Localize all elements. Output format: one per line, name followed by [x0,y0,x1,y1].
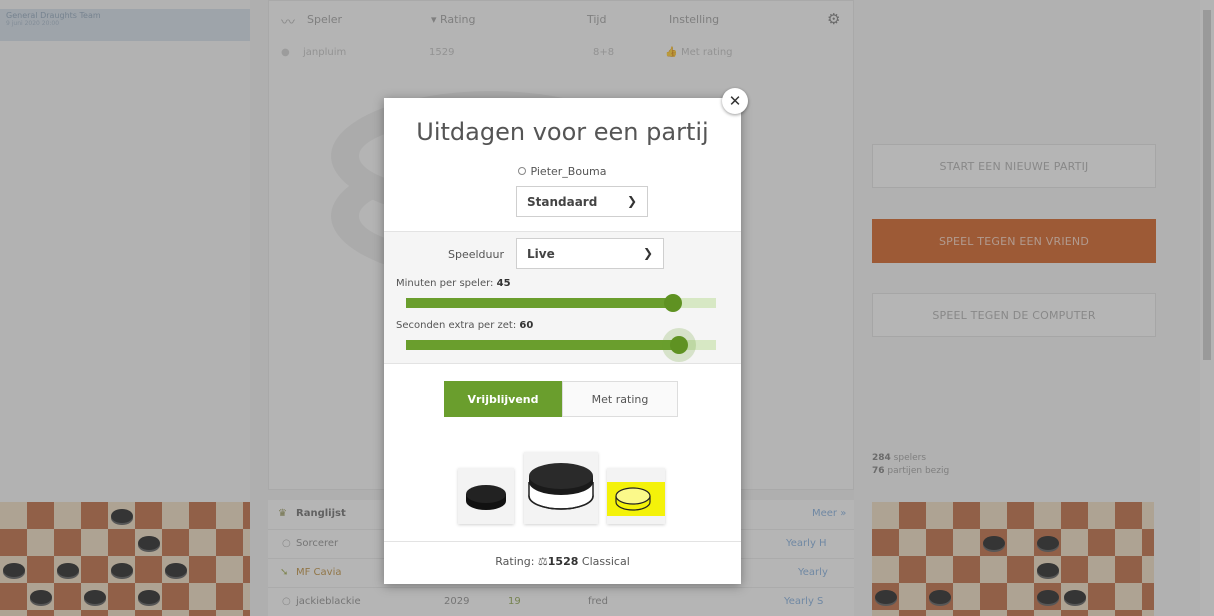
black-piece-icon [466,485,506,510]
play-black-button[interactable] [458,468,514,524]
variant-select[interactable]: Standaard ❯ [516,186,648,217]
rating-footer: Rating: ⚖1528 Classical [384,541,741,584]
random-piece-icon [528,463,594,510]
play-white-button[interactable] [607,468,665,524]
minutes-slider-handle[interactable] [664,294,682,312]
chevron-down-icon: ❯ [626,194,637,208]
rating-label: Rating: [495,555,535,568]
dialog-title: Uitdagen voor een partij [416,118,709,146]
minutes-label: Minuten per speler: 45 [396,278,511,289]
seconds-slider-fill [406,340,679,350]
opponent-label: Pieter_Bouma [530,165,607,178]
duration-value: Live [527,247,555,261]
opponent-name: Pieter_Bouma [384,165,741,178]
duration-select[interactable]: Live ❯ [516,238,664,269]
rating-icon: ⚖ [537,555,548,568]
seconds-label: Seconden extra per zet: 60 [396,320,533,331]
rating-value: 1528 [547,555,579,568]
casual-toggle[interactable]: Vrijblijvend [444,381,562,417]
challenge-dialog: Uitdagen voor een partij Pieter_Bouma Va… [384,98,741,584]
minutes-slider-fill [406,298,673,308]
seconds-value: 60 [519,320,534,331]
rated-toggle[interactable]: Met rating [562,381,678,417]
rating-type: Classical [581,555,630,568]
seconds-label-text: Seconden extra per zet: [396,320,517,331]
variant-value: Standaard [527,195,598,209]
duration-label: Speelduur [447,248,504,261]
chevron-down-icon: ❯ [642,246,653,260]
close-icon[interactable]: ✕ [722,88,748,114]
duration-section: Speelduur Live ❯ Minuten per speler: 45 … [384,231,741,364]
play-random-button[interactable] [524,452,598,524]
minutes-label-text: Minuten per speler: [396,278,494,289]
minutes-value: 45 [496,278,511,289]
status-dot-icon [518,167,527,175]
white-piece-icon [607,482,665,516]
seconds-slider-handle[interactable] [670,336,688,354]
